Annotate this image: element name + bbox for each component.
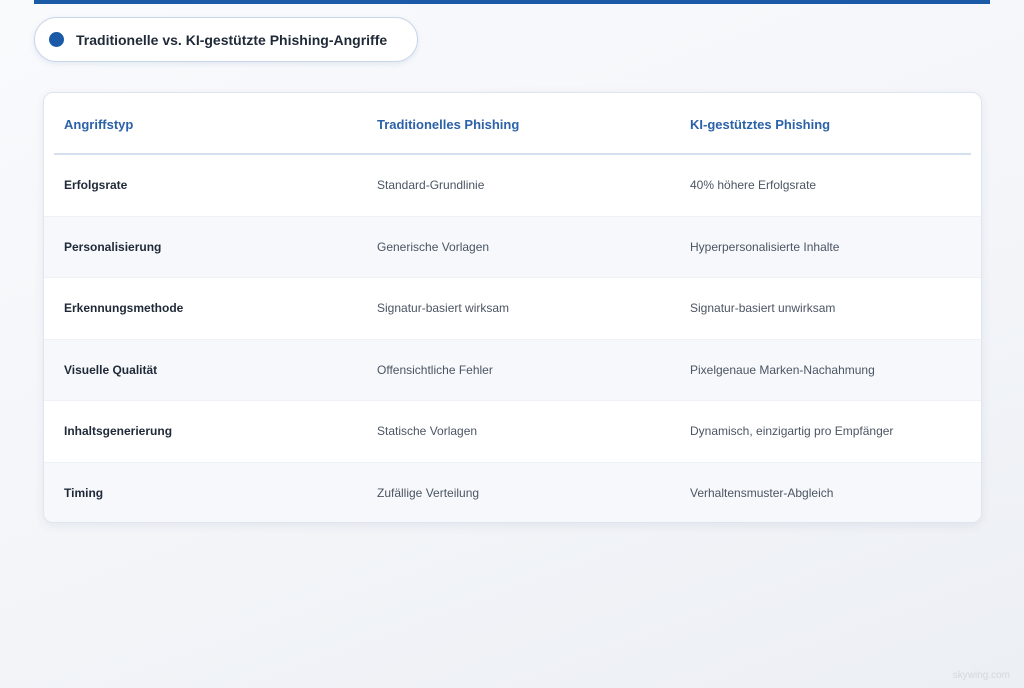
cell-traditional: Zufällige Verteilung bbox=[377, 486, 480, 501]
cell-attack-type: Inhaltsgenerierung bbox=[64, 424, 173, 439]
header-attack-type: Angriffstyp bbox=[64, 116, 134, 132]
top-accent-bar bbox=[34, 0, 990, 4]
page-title: Traditionelle vs. KI-gestützte Phishing-… bbox=[76, 31, 388, 48]
table-row: Erkennungsmethode Signatur-basiert wirks… bbox=[44, 278, 981, 340]
table-row: Timing Zufällige Verteilung Verhaltensmu… bbox=[44, 462, 981, 522]
cell-ai-powered: Signatur-basiert unwirksam bbox=[690, 301, 836, 316]
table-row: Personalisierung Generische Vorlagen Hyp… bbox=[44, 216, 981, 278]
cell-traditional: Signatur-basiert wirksam bbox=[377, 301, 510, 316]
table-row: Visuelle Qualität Offensichtliche Fehler… bbox=[44, 339, 981, 401]
comparison-table: Angriffstyp Traditionelles Phishing KI-g… bbox=[43, 92, 982, 523]
table-row: Erfolgsrate Standard-Grundlinie 40% höhe… bbox=[44, 155, 981, 217]
cell-traditional: Statische Vorlagen bbox=[377, 424, 478, 439]
cell-ai-powered: Verhaltensmuster-Abgleich bbox=[690, 486, 834, 501]
cell-attack-type: Visuelle Qualität bbox=[64, 362, 158, 377]
cell-ai-powered: 40% höhere Erfolgsrate bbox=[690, 178, 817, 193]
header-ai-powered: KI-gestütztes Phishing bbox=[690, 116, 831, 132]
cell-ai-powered: Hyperpersonalisierte Inhalte bbox=[690, 239, 840, 254]
cell-traditional: Standard-Grundlinie bbox=[377, 178, 485, 193]
cell-attack-type: Personalisierung bbox=[64, 239, 162, 254]
cell-traditional: Offensichtliche Fehler bbox=[377, 362, 493, 377]
title-pill: Traditionelle vs. KI-gestützte Phishing-… bbox=[34, 17, 419, 62]
bullet-dot-icon bbox=[49, 32, 64, 47]
cell-attack-type: Erkennungsmethode bbox=[64, 301, 184, 316]
cell-attack-type: Erfolgsrate bbox=[64, 178, 128, 193]
table-body: Erfolgsrate Standard-Grundlinie 40% höhe… bbox=[44, 155, 981, 522]
cell-ai-powered: Pixelgenaue Marken-Nachahmung bbox=[690, 362, 875, 377]
cell-ai-powered: Dynamisch, einzigartig pro Empfänger bbox=[690, 424, 894, 439]
table-header-row: Angriffstyp Traditionelles Phishing KI-g… bbox=[44, 93, 981, 155]
table-row: Inhaltsgenerierung Statische Vorlagen Dy… bbox=[44, 401, 981, 463]
header-traditional: Traditionelles Phishing bbox=[377, 116, 520, 132]
cell-traditional: Generische Vorlagen bbox=[377, 239, 490, 254]
cell-attack-type: Timing bbox=[64, 486, 104, 501]
watermark-text: skywing.com bbox=[952, 670, 1010, 681]
